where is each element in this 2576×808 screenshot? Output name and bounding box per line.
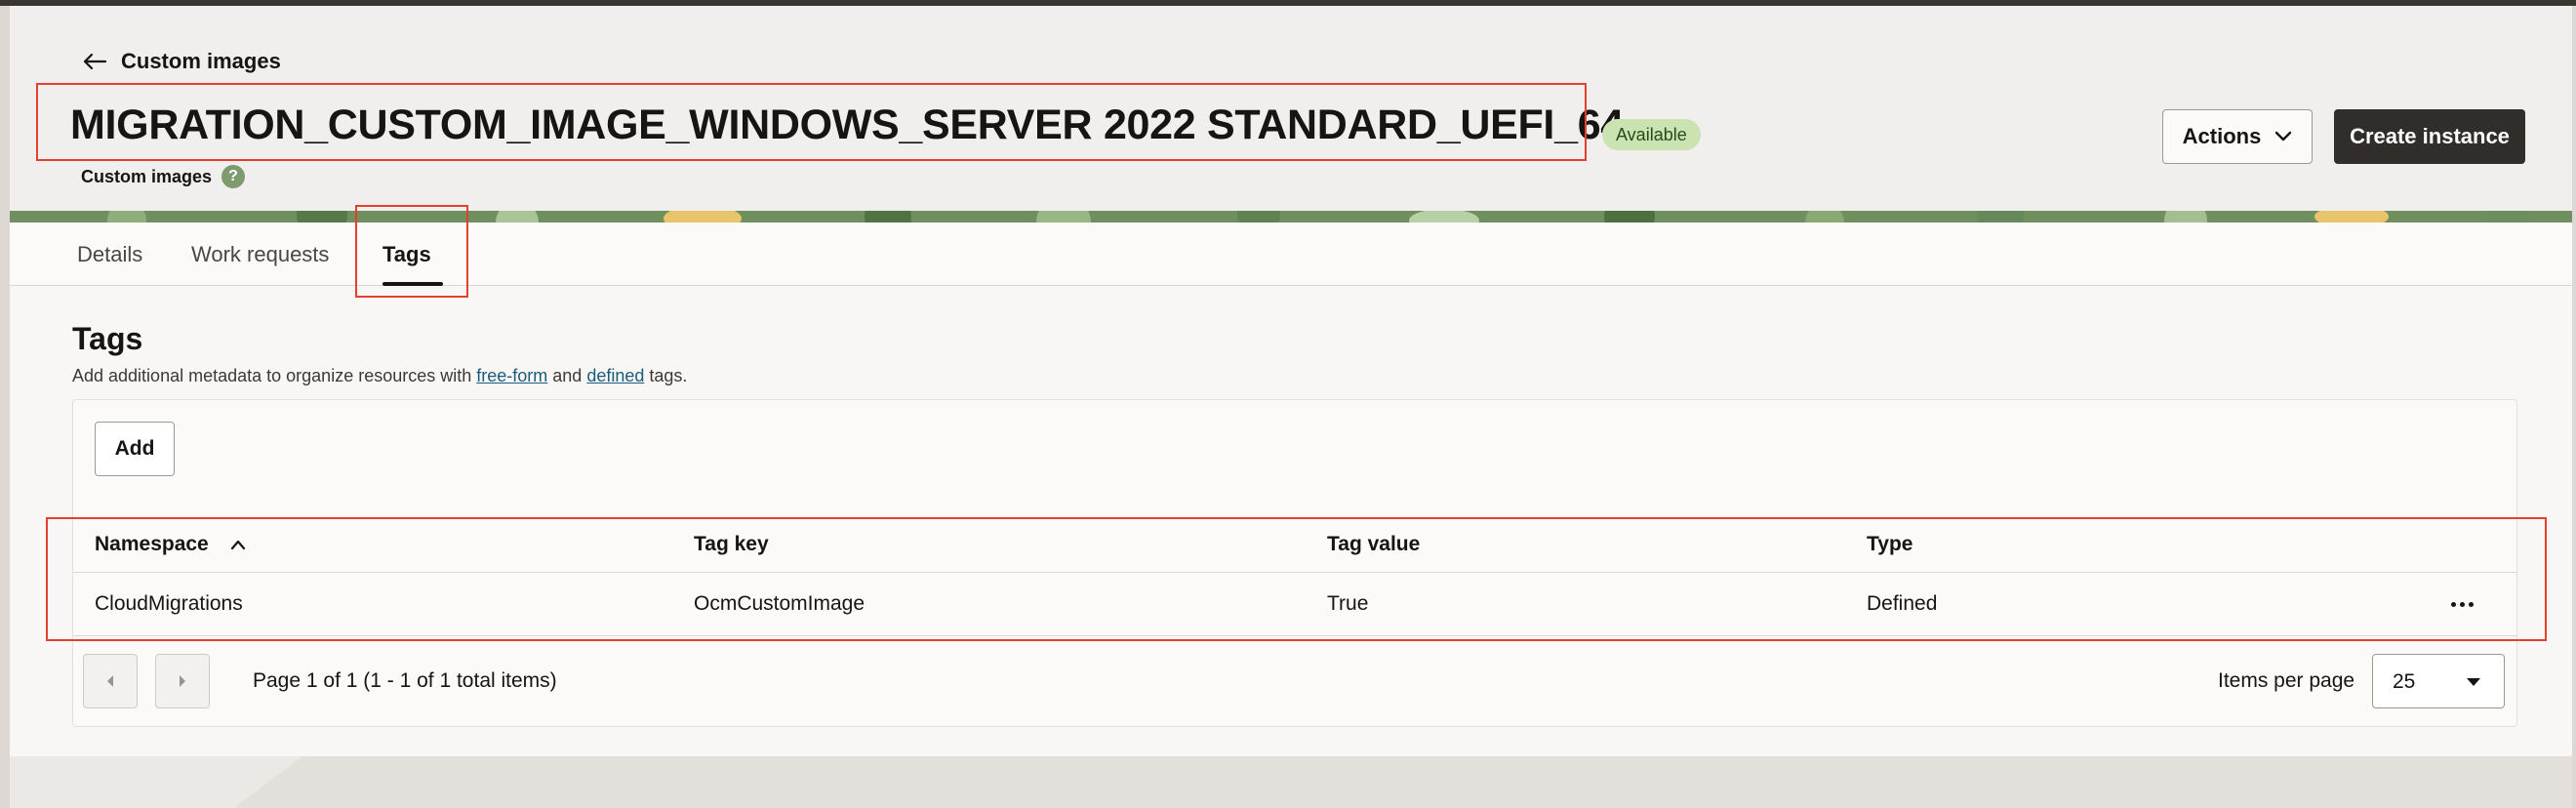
section-description: Add additional metadata to organize reso… xyxy=(72,366,687,386)
page-header: Custom images MIGRATION_CUSTOM_IMAGE_WIN… xyxy=(10,6,2572,211)
page-title: MIGRATION_CUSTOM_IMAGE_WINDOWS_SERVER 20… xyxy=(70,101,1624,148)
add-tag-button[interactable]: Add xyxy=(95,422,175,476)
table-header: Namespace Tag key Tag value Type xyxy=(73,521,2516,573)
back-link-label: Custom images xyxy=(121,49,281,73)
help-icon[interactable]: ? xyxy=(221,165,246,188)
column-header-namespace-label: Namespace xyxy=(95,533,209,555)
column-header-tag-key[interactable]: Tag key xyxy=(694,533,769,556)
cell-namespace: CloudMigrations xyxy=(95,592,243,615)
desc-prefix: Add additional metadata to organize reso… xyxy=(72,366,477,385)
right-edge xyxy=(2572,6,2576,808)
arrow-left-icon xyxy=(83,53,107,70)
tab-work-requests[interactable]: Work requests xyxy=(191,242,329,267)
chevron-down-icon xyxy=(2275,131,2292,141)
next-page-button[interactable] xyxy=(155,654,210,708)
section-title: Tags xyxy=(72,321,143,356)
footer-strip xyxy=(10,756,2572,808)
table-row: CloudMigrations OcmCustomImage True Defi… xyxy=(73,573,2516,636)
cell-tag-key: OcmCustomImage xyxy=(694,592,865,615)
tab-bar: Details Work requests Tags xyxy=(10,222,2572,286)
caret-right-icon xyxy=(180,675,185,687)
defined-link[interactable]: defined xyxy=(586,366,644,385)
pagination: Page 1 of 1 (1 - 1 of 1 total items) Ite… xyxy=(73,640,2516,726)
desc-suffix: tags. xyxy=(644,366,688,385)
caret-left-icon xyxy=(107,675,113,687)
column-header-namespace[interactable]: Namespace xyxy=(95,533,246,556)
tab-tags[interactable]: Tags xyxy=(382,242,431,267)
resource-type: Custom images ? xyxy=(81,165,246,188)
items-per-page-value: 25 xyxy=(2393,670,2416,693)
left-edge xyxy=(0,6,10,808)
caret-down-icon xyxy=(2467,678,2480,686)
status-badge: Available xyxy=(1602,119,1701,150)
items-per-page-select[interactable]: 25 xyxy=(2372,654,2505,708)
previous-page-button[interactable] xyxy=(83,654,138,708)
resource-type-label: Custom images xyxy=(81,166,213,186)
create-instance-button[interactable]: Create instance xyxy=(2334,109,2525,164)
column-header-type[interactable]: Type xyxy=(1867,533,1912,556)
items-per-page-label: Items per page xyxy=(2218,669,2355,692)
tags-table-panel: Add Namespace Tag key Tag value Type Clo… xyxy=(72,399,2517,727)
row-actions-icon[interactable] xyxy=(2444,586,2479,622)
back-link[interactable]: Custom images xyxy=(82,49,281,74)
pagination-summary: Page 1 of 1 (1 - 1 of 1 total items) xyxy=(253,669,557,692)
desc-and: and xyxy=(547,366,587,385)
tab-details[interactable]: Details xyxy=(77,242,142,267)
free-form-link[interactable]: free-form xyxy=(476,366,547,385)
actions-menu-button[interactable]: Actions xyxy=(2162,109,2313,164)
actions-label: Actions xyxy=(2182,124,2262,148)
column-header-tag-value[interactable]: Tag value xyxy=(1327,533,1420,556)
decorative-banner xyxy=(10,211,2572,222)
cell-type: Defined xyxy=(1867,592,1938,615)
cell-tag-value: True xyxy=(1327,592,1369,615)
tags-content: Tags Add additional metadata to organize… xyxy=(10,286,2572,756)
sort-ascending-icon[interactable] xyxy=(230,539,246,550)
